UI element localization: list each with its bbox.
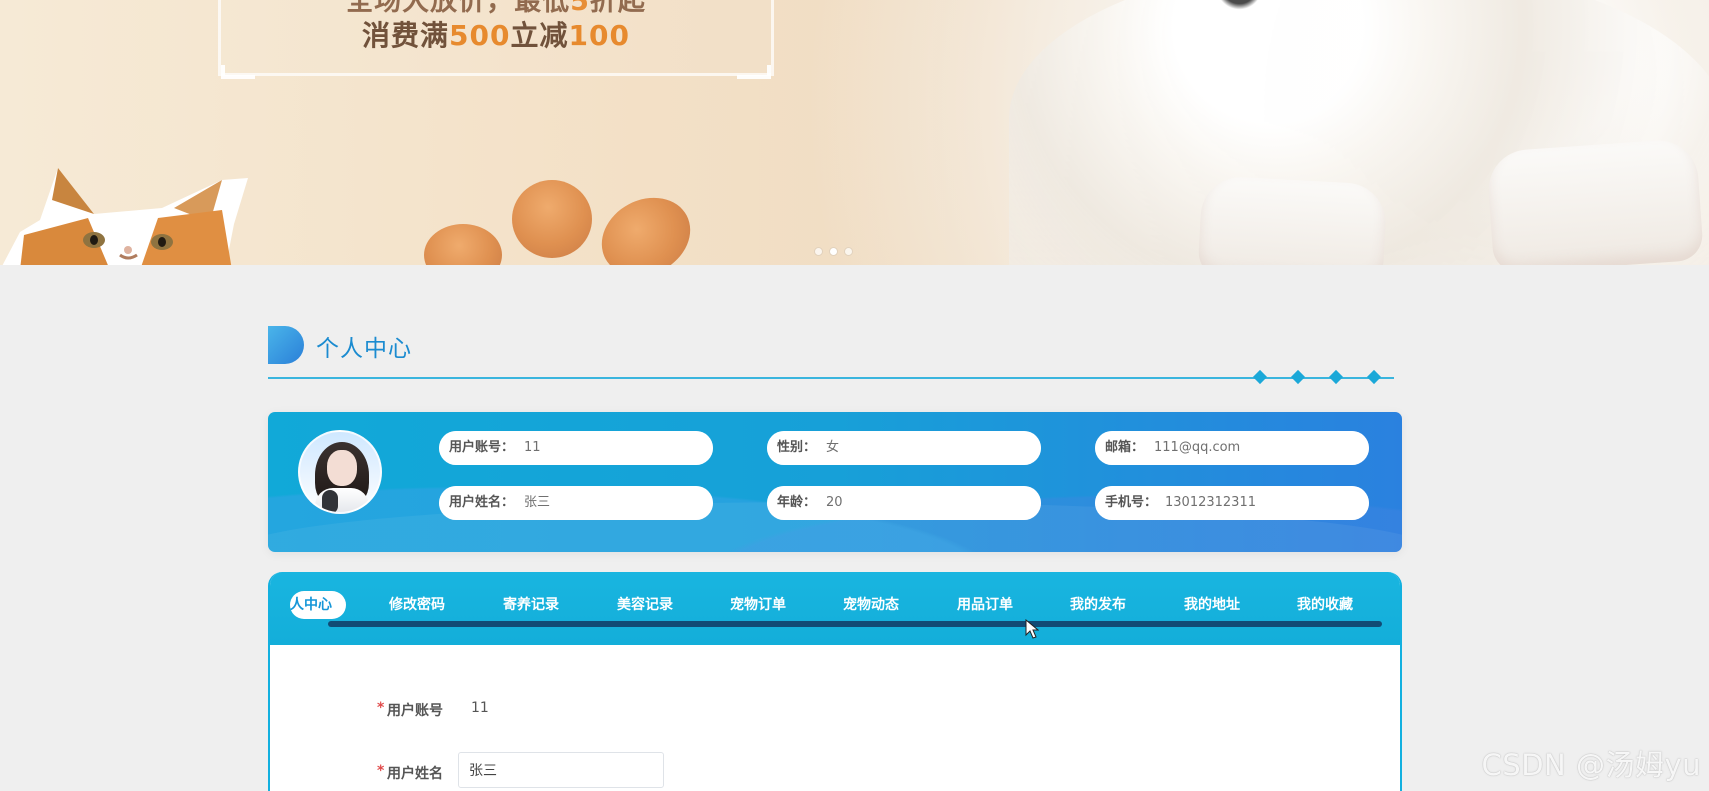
required-mark: * (377, 700, 385, 716)
avatar-shadow (322, 490, 338, 512)
profile-gender-value: 女 (826, 440, 840, 455)
promo-box: 全场大放价，最低5折起 消费满500立减100 (218, 0, 774, 79)
carousel-dot-2[interactable] (830, 248, 837, 255)
tab-my-favorites[interactable]: 我的收藏 (1297, 592, 1353, 618)
account-label: 用户账号 (387, 703, 443, 719)
cat-image (2, 168, 248, 265)
tab-boarding-records[interactable]: 寄养记录 (503, 592, 559, 618)
profile-name-field: 用户姓名： 张三 (439, 486, 713, 520)
diamond-icon (1290, 369, 1306, 385)
paw-toe-center (512, 180, 592, 258)
carousel-dot-3[interactable] (845, 248, 852, 255)
diamond-icon (1366, 369, 1382, 385)
required-mark: * (377, 763, 385, 779)
profile-account-field: 用户账号： 11 (439, 431, 713, 465)
promo-corner-left (221, 65, 255, 79)
profile-phone-label: 手机号： (1105, 495, 1158, 510)
name-input[interactable] (458, 752, 664, 788)
form-row-name: * 用户姓名 (373, 752, 693, 791)
carousel-indicators (815, 248, 861, 256)
watermark: CSDN @汤姆yu (1481, 748, 1701, 782)
tab-change-password[interactable]: 修改密码 (389, 592, 445, 618)
hero-banner: 全场大放价，最低5折起 消费满500立减100 (0, 0, 1709, 265)
page-root: 全场大放价，最低5折起 消费满500立减100 个人中心 用户账号： 11 性别… (0, 0, 1709, 791)
form-row-account: * 用户账号 11 (373, 700, 693, 740)
mouse-cursor-icon (1025, 619, 1039, 639)
profile-name-label: 用户姓名： (449, 495, 515, 510)
name-label: 用户姓名 (387, 766, 443, 782)
profile-gender-label: 性别： (777, 440, 817, 455)
profile-name-value: 张三 (524, 495, 551, 510)
profile-email-value: 111@qq.com (1154, 440, 1241, 455)
tab-my-posts[interactable]: 我的发布 (1070, 592, 1126, 618)
profile-account-value: 11 (524, 440, 541, 455)
account-tabs-panel: 人中心 修改密码 寄养记录 美容记录 宠物订单 宠物动态 用品订单 我的发布 我… (268, 572, 1402, 791)
profile-age-value: 20 (826, 495, 843, 510)
diamond-icon (1328, 369, 1344, 385)
profile-age-field: 年龄： 20 (767, 486, 1041, 520)
section-title-marker (268, 326, 304, 364)
promo-line-2: 消费满500立减100 (221, 14, 771, 54)
dog-paw-left (1197, 175, 1388, 265)
tab-supplies-orders[interactable]: 用品订单 (957, 592, 1013, 618)
paw-toe-right (588, 182, 704, 265)
diamond-icon (1252, 369, 1268, 385)
promo-line-2-highlight-1: 500 (449, 19, 511, 52)
tab-header: 人中心 修改密码 寄养记录 美容记录 宠物订单 宠物动态 用品订单 我的发布 我… (270, 572, 1400, 645)
tab-my-addresses[interactable]: 我的地址 (1184, 592, 1240, 618)
divider-diamonds (1252, 369, 1383, 386)
tab-scroll-track[interactable] (328, 621, 1382, 627)
tab-grooming-records[interactable]: 美容记录 (617, 592, 673, 618)
page-title: 个人中心 (316, 336, 412, 362)
tab-pet-orders[interactable]: 宠物订单 (730, 592, 786, 618)
tab-pet-updates[interactable]: 宠物动态 (843, 592, 899, 618)
carousel-dot-1[interactable] (815, 248, 822, 255)
paw-toe-left (424, 224, 502, 265)
profile-phone-field: 手机号： 13012312311 (1095, 486, 1369, 520)
profile-summary-card: 用户账号： 11 性别： 女 邮箱： 111@qq.com 用户姓名： 张三 年… (268, 412, 1402, 552)
profile-age-label: 年龄： (777, 495, 817, 510)
profile-email-label: 邮箱： (1105, 440, 1145, 455)
promo-line-2-highlight-2: 100 (568, 19, 630, 52)
profile-email-field: 邮箱： 111@qq.com (1095, 431, 1369, 465)
profile-gender-field: 性别： 女 (767, 431, 1041, 465)
promo-corner-right (737, 65, 771, 79)
section-header: 个人中心 (268, 326, 1398, 386)
profile-phone-value: 13012312311 (1165, 495, 1256, 510)
dog-paw-right (1486, 137, 1704, 265)
avatar (298, 430, 382, 514)
profile-account-label: 用户账号： (449, 440, 515, 455)
avatar-face (327, 450, 357, 486)
tab-profile[interactable]: 人中心 (290, 591, 346, 619)
promo-line-2-prefix: 消费满 (362, 19, 450, 52)
promo-line-2-middle: 立减 (510, 19, 569, 52)
section-divider (268, 377, 1394, 379)
account-value: 11 (471, 700, 489, 716)
